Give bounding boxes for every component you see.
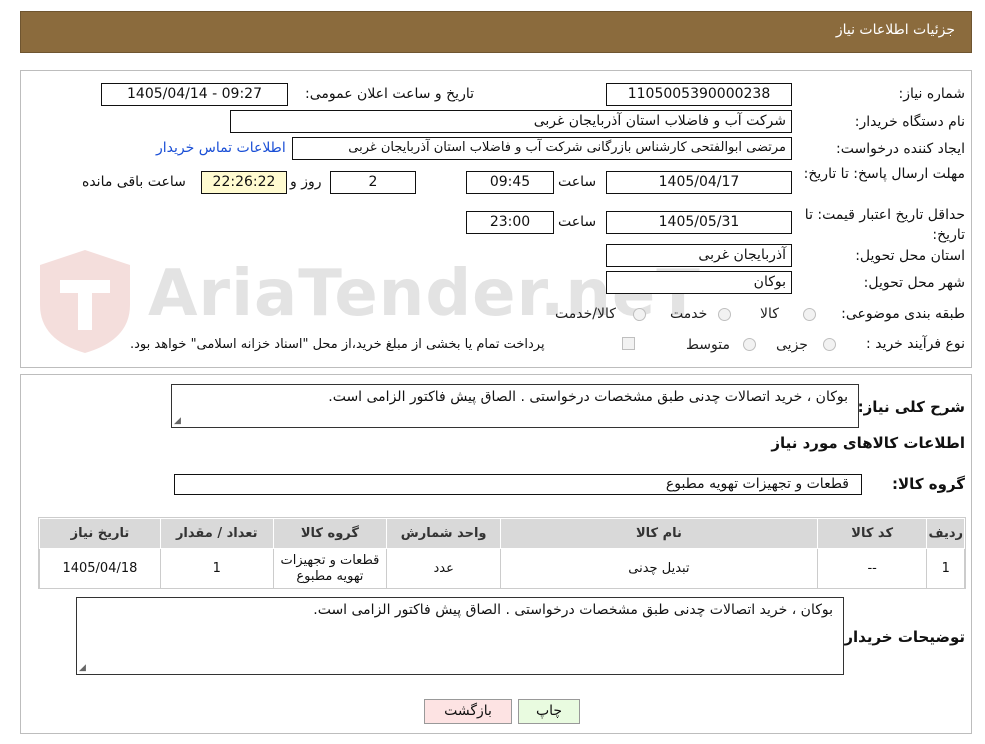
city-label: شهر محل تحویل: <box>863 275 965 291</box>
validity-label: حداقل تاریخ اعتبار قیمت: تا تاریخ: <box>804 207 965 243</box>
buyer-notes-textarea: بوکان ، خرید اتصالات چدنی طبق مشخصات درخ… <box>76 597 844 675</box>
group-label: گروه کالا: <box>892 475 965 493</box>
process-radio-medium[interactable] <box>743 338 756 351</box>
description-label: شرح کلی نیاز: <box>857 398 965 416</box>
cell-date: 1405/04/18 <box>39 548 161 589</box>
process-radio-minor[interactable] <box>823 338 836 351</box>
remaining-time-field: 22:26:22 <box>201 171 287 194</box>
deadline-time-label: ساعت <box>558 174 597 190</box>
process-label: نوع فرآیند خرید : <box>866 336 965 352</box>
page-header: جزئیات اطلاعات نیاز <box>20 11 972 53</box>
validity-time-field: 23:00 <box>466 211 554 234</box>
category-option-service: خدمت <box>670 306 708 322</box>
category-radio-goods[interactable] <box>803 308 816 321</box>
announce-label: تاریخ و ساعت اعلان عمومی: <box>305 86 474 102</box>
watermark-text: AriaTender.neT <box>148 257 701 331</box>
deadline-date-field: 1405/04/17 <box>606 171 792 194</box>
validity-date-field: 1405/05/31 <box>606 211 792 234</box>
cell-name: تبدیل چدنی <box>500 548 818 589</box>
need-number-label: شماره نیاز: <box>898 86 966 102</box>
deadline-label: مهلت ارسال پاسخ: تا تاریخ: <box>803 166 965 182</box>
cell-code: -- <box>816 548 928 589</box>
remaining-label: ساعت باقی مانده <box>82 174 186 190</box>
cell-group: قطعات و تجهیزات تهویه مطبوع <box>272 548 388 589</box>
items-info-title: اطلاعات کالاهای مورد نیاز <box>771 434 965 452</box>
resize-grip-icon: ◢ <box>79 663 86 673</box>
province-field: آذربایجان غربی <box>606 244 792 267</box>
category-option-goods-service: کالا/خدمت <box>555 306 616 322</box>
deadline-time-field: 09:45 <box>466 171 554 194</box>
days-label: روز و <box>290 174 322 190</box>
days-field: 2 <box>330 171 416 194</box>
category-radio-service[interactable] <box>718 308 731 321</box>
col-unit: واحد شمارش <box>386 518 502 549</box>
cell-unit: عدد <box>386 548 502 589</box>
treasury-payment-checkbox[interactable] <box>622 337 635 350</box>
print-button[interactable]: چاپ <box>518 699 580 724</box>
city-field: بوکان <box>606 271 792 294</box>
col-group: گروه کالا <box>272 518 388 549</box>
items-table-header: ردیف کد کالا نام کالا واحد شمارش گروه کا… <box>39 518 965 549</box>
back-button[interactable]: بازگشت <box>424 699 512 724</box>
creator-label: ایجاد کننده درخواست: <box>836 141 965 157</box>
table-row: 1 -- تبدیل چدنی عدد قطعات و تجهیزات تهوی… <box>39 548 965 589</box>
process-option-medium: متوسط <box>686 337 730 353</box>
category-radio-goods-service[interactable] <box>633 308 646 321</box>
category-option-goods: کالا <box>760 306 779 322</box>
description-textarea: بوکان ، خرید اتصالات چدنی طبق مشخصات درخ… <box>171 384 859 428</box>
buyer-label: نام دستگاه خریدار: <box>854 114 965 130</box>
category-label: طبقه بندی موضوعی: <box>841 306 965 322</box>
col-name: نام کالا <box>500 518 818 549</box>
page-title: جزئیات اطلاعات نیاز <box>835 22 955 38</box>
description-text: بوکان ، خرید اتصالات چدنی طبق مشخصات درخ… <box>328 389 848 405</box>
creator-field: مرتضی ابوالفتحی کارشناس بازرگانی شرکت آب… <box>292 137 792 160</box>
col-date: تاریخ نیاز <box>39 518 161 549</box>
items-table: ردیف کد کالا نام کالا واحد شمارش گروه کا… <box>39 518 965 589</box>
payment-note: پرداخت تمام یا بخشی از مبلغ خرید،از محل … <box>130 337 545 352</box>
announce-field: 1405/04/14 - 09:27 <box>101 83 288 106</box>
cell-qty: 1 <box>159 548 274 589</box>
buyer-notes-text: بوکان ، خرید اتصالات چدنی طبق مشخصات درخ… <box>313 602 833 618</box>
col-row: ردیف <box>926 518 965 549</box>
col-qty: تعداد / مقدار <box>159 518 274 549</box>
resize-grip-icon: ◢ <box>174 416 181 426</box>
need-number-field: 1105005390000238 <box>606 83 792 106</box>
process-option-minor: جزیی <box>776 337 808 353</box>
validity-time-label: ساعت <box>558 214 597 230</box>
cell-row: 1 <box>926 548 965 589</box>
col-code: کد کالا <box>816 518 928 549</box>
group-field: قطعات و تجهیزات تهویه مطبوع <box>174 474 862 495</box>
buyer-notes-label: توضیحات خریدار: <box>838 628 965 646</box>
items-table-wrapper: ردیف کد کالا نام کالا واحد شمارش گروه کا… <box>38 517 966 589</box>
province-label: استان محل تحویل: <box>855 248 965 264</box>
contact-buyer-link[interactable]: اطلاعات تماس خریدار <box>156 140 286 156</box>
buyer-field: شرکت آب و فاضلاب استان آذربایجان غربی <box>230 110 792 133</box>
